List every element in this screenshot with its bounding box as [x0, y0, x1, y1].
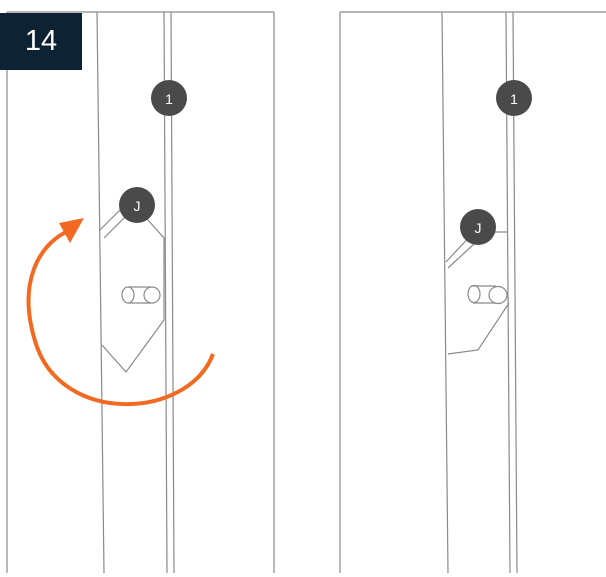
callout-right-mid: J: [460, 209, 496, 245]
callout-label: J: [134, 198, 141, 214]
step-number: 14: [24, 25, 58, 57]
callout-label: 1: [165, 91, 173, 107]
left-latch-plate: [99, 199, 165, 373]
right-panel: [339, 11, 606, 574]
callout-left-top: 1: [151, 80, 187, 116]
callout-left-mid: J: [119, 187, 155, 223]
callout-label: J: [475, 220, 482, 236]
callout-right-top: 1: [496, 80, 532, 116]
callout-label: 1: [510, 91, 518, 107]
left-rail-line-1: [96, 11, 105, 574]
left-cylinder-pin: [121, 286, 161, 304]
diagram-canvas: 1 J 1 J: [6, 11, 606, 574]
step-badge: 14: [0, 13, 82, 70]
rotate-clockwise-arrow-icon: [26, 218, 215, 407]
assembly-step-diagram: 1 J 1 J 14: [0, 0, 606, 574]
right-latch-bottom-edge: [447, 302, 510, 355]
right-cylinder-pin: [467, 284, 508, 305]
left-panel: [6, 11, 275, 574]
right-rail-line-1: [441, 11, 449, 574]
